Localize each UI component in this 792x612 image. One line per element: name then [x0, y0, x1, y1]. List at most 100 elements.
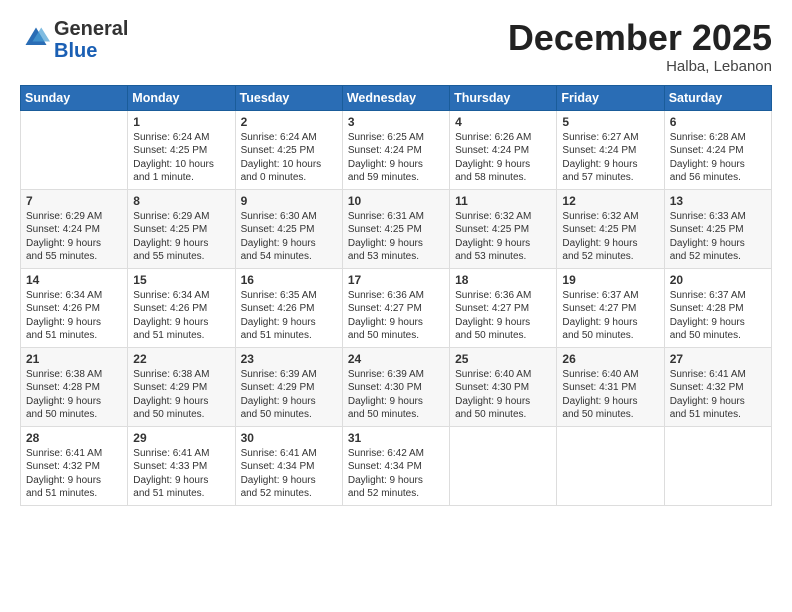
day-number: 9 — [241, 194, 337, 208]
calendar-week-5: 28 Sunrise: 6:41 AM Sunset: 4:32 PM Dayli… — [21, 426, 772, 505]
calendar-cell: 13 Sunrise: 6:33 AM Sunset: 4:25 PM Dayli… — [664, 189, 771, 268]
day-info: Sunrise: 6:40 AM Sunset: 4:31 PM Dayligh… — [562, 368, 658, 422]
col-tuesday: Tuesday — [235, 85, 342, 110]
calendar-cell: 9 Sunrise: 6:30 AM Sunset: 4:25 PM Daylig… — [235, 189, 342, 268]
day-info: Sunrise: 6:29 AM Sunset: 4:25 PM Dayligh… — [133, 210, 229, 264]
calendar-table: Sunday Monday Tuesday Wednesday Thursday… — [20, 85, 772, 506]
day-info: Sunrise: 6:40 AM Sunset: 4:30 PM Dayligh… — [455, 368, 551, 422]
calendar-header-row: Sunday Monday Tuesday Wednesday Thursday… — [21, 85, 772, 110]
logo-icon — [22, 24, 50, 52]
day-info: Sunrise: 6:28 AM Sunset: 4:24 PM Dayligh… — [670, 131, 766, 185]
day-info: Sunrise: 6:31 AM Sunset: 4:25 PM Dayligh… — [348, 210, 444, 264]
calendar-cell — [664, 426, 771, 505]
day-info: Sunrise: 6:37 AM Sunset: 4:27 PM Dayligh… — [562, 289, 658, 343]
day-number: 1 — [133, 115, 229, 129]
day-number: 29 — [133, 431, 229, 445]
col-friday: Friday — [557, 85, 664, 110]
col-monday: Monday — [128, 85, 235, 110]
day-number: 12 — [562, 194, 658, 208]
day-info: Sunrise: 6:33 AM Sunset: 4:25 PM Dayligh… — [670, 210, 766, 264]
calendar-cell: 8Sunrise: 6:29 AM Sunset: 4:25 PM Daylig… — [128, 189, 235, 268]
header: General Blue December 2025 Halba, Lebano… — [20, 18, 772, 75]
page: General Blue December 2025 Halba, Lebano… — [0, 0, 792, 612]
calendar-cell: 3Sunrise: 6:25 AM Sunset: 4:24 PM Daylig… — [342, 110, 449, 189]
day-info: Sunrise: 6:24 AM Sunset: 4:25 PM Dayligh… — [133, 131, 229, 185]
calendar-cell: 31Sunrise: 6:42 AM Sunset: 4:34 PM Dayli… — [342, 426, 449, 505]
day-number: 20 — [670, 273, 766, 287]
calendar-cell: 20 Sunrise: 6:37 AM Sunset: 4:28 PM Dayli… — [664, 268, 771, 347]
day-number: 14 — [26, 273, 122, 287]
title-block: December 2025 Halba, Lebanon — [508, 18, 772, 75]
day-number: 30 — [241, 431, 337, 445]
day-info: Sunrise: 6:34 AM Sunset: 4:26 PM Dayligh… — [26, 289, 122, 343]
calendar-week-3: 14 Sunrise: 6:34 AM Sunset: 4:26 PM Dayli… — [21, 268, 772, 347]
day-info: Sunrise: 6:35 AM Sunset: 4:26 PM Dayligh… — [241, 289, 337, 343]
calendar-cell: 16 Sunrise: 6:35 AM Sunset: 4:26 PM Dayli… — [235, 268, 342, 347]
calendar-cell — [557, 426, 664, 505]
location-subtitle: Halba, Lebanon — [508, 58, 772, 75]
day-info: Sunrise: 6:27 AM Sunset: 4:24 PM Dayligh… — [562, 131, 658, 185]
day-number: 16 — [241, 273, 337, 287]
calendar-cell — [450, 426, 557, 505]
day-number: 21 — [26, 352, 122, 366]
day-number: 23 — [241, 352, 337, 366]
day-info: Sunrise: 6:39 AM Sunset: 4:30 PM Dayligh… — [348, 368, 444, 422]
calendar-cell: 11 Sunrise: 6:32 AM Sunset: 4:25 PM Dayli… — [450, 189, 557, 268]
calendar-cell: 19 Sunrise: 6:37 AM Sunset: 4:27 PM Dayli… — [557, 268, 664, 347]
day-number: 4 — [455, 115, 551, 129]
day-info: Sunrise: 6:26 AM Sunset: 4:24 PM Dayligh… — [455, 131, 551, 185]
day-number: 18 — [455, 273, 551, 287]
day-number: 7 — [26, 194, 122, 208]
day-info: Sunrise: 6:36 AM Sunset: 4:27 PM Dayligh… — [455, 289, 551, 343]
calendar-cell: 5 Sunrise: 6:27 AM Sunset: 4:24 PM Daylig… — [557, 110, 664, 189]
calendar-week-1: 1 Sunrise: 6:24 AM Sunset: 4:25 PM Daylig… — [21, 110, 772, 189]
day-info: Sunrise: 6:41 AM Sunset: 4:34 PM Dayligh… — [241, 447, 337, 501]
calendar-cell: 28 Sunrise: 6:41 AM Sunset: 4:32 PM Dayli… — [21, 426, 128, 505]
calendar-cell: 27 Sunrise: 6:41 AM Sunset: 4:32 PM Dayli… — [664, 347, 771, 426]
calendar-cell: 30 Sunrise: 6:41 AM Sunset: 4:34 PM Dayli… — [235, 426, 342, 505]
col-sunday: Sunday — [21, 85, 128, 110]
day-info: Sunrise: 6:41 AM Sunset: 4:32 PM Dayligh… — [26, 447, 122, 501]
logo-blue-text: Blue — [54, 40, 97, 62]
month-title: December 2025 — [508, 18, 772, 58]
calendar-week-4: 21Sunrise: 6:38 AM Sunset: 4:28 PM Dayli… — [21, 347, 772, 426]
day-info: Sunrise: 6:41 AM Sunset: 4:32 PM Dayligh… — [670, 368, 766, 422]
day-number: 15 — [133, 273, 229, 287]
calendar-cell: 22 Sunrise: 6:38 AM Sunset: 4:29 PM Dayli… — [128, 347, 235, 426]
calendar-cell: 4 Sunrise: 6:26 AM Sunset: 4:24 PM Daylig… — [450, 110, 557, 189]
day-number: 24 — [348, 352, 444, 366]
day-number: 11 — [455, 194, 551, 208]
day-number: 19 — [562, 273, 658, 287]
day-number: 22 — [133, 352, 229, 366]
day-number: 27 — [670, 352, 766, 366]
calendar-cell: 7Sunrise: 6:29 AM Sunset: 4:24 PM Daylig… — [21, 189, 128, 268]
day-number: 31 — [348, 431, 444, 445]
calendar-cell: 6Sunrise: 6:28 AM Sunset: 4:24 PM Daylig… — [664, 110, 771, 189]
day-number: 17 — [348, 273, 444, 287]
day-number: 13 — [670, 194, 766, 208]
day-number: 25 — [455, 352, 551, 366]
day-number: 28 — [26, 431, 122, 445]
day-info: Sunrise: 6:41 AM Sunset: 4:33 PM Dayligh… — [133, 447, 229, 501]
calendar-cell: 17Sunrise: 6:36 AM Sunset: 4:27 PM Dayli… — [342, 268, 449, 347]
day-info: Sunrise: 6:24 AM Sunset: 4:25 PM Dayligh… — [241, 131, 337, 185]
calendar-cell: 1 Sunrise: 6:24 AM Sunset: 4:25 PM Daylig… — [128, 110, 235, 189]
col-thursday: Thursday — [450, 85, 557, 110]
day-info: Sunrise: 6:34 AM Sunset: 4:26 PM Dayligh… — [133, 289, 229, 343]
day-number: 5 — [562, 115, 658, 129]
day-info: Sunrise: 6:30 AM Sunset: 4:25 PM Dayligh… — [241, 210, 337, 264]
calendar-cell: 29 Sunrise: 6:41 AM Sunset: 4:33 PM Dayli… — [128, 426, 235, 505]
day-number: 26 — [562, 352, 658, 366]
day-info: Sunrise: 6:39 AM Sunset: 4:29 PM Dayligh… — [241, 368, 337, 422]
day-info: Sunrise: 6:38 AM Sunset: 4:29 PM Dayligh… — [133, 368, 229, 422]
day-info: Sunrise: 6:32 AM Sunset: 4:25 PM Dayligh… — [455, 210, 551, 264]
calendar-cell: 23 Sunrise: 6:39 AM Sunset: 4:29 PM Dayli… — [235, 347, 342, 426]
calendar-cell: 12 Sunrise: 6:32 AM Sunset: 4:25 PM Dayli… — [557, 189, 664, 268]
day-info: Sunrise: 6:32 AM Sunset: 4:25 PM Dayligh… — [562, 210, 658, 264]
calendar-cell — [21, 110, 128, 189]
day-info: Sunrise: 6:37 AM Sunset: 4:28 PM Dayligh… — [670, 289, 766, 343]
logo: General Blue — [20, 18, 128, 62]
calendar-cell: 25 Sunrise: 6:40 AM Sunset: 4:30 PM Dayli… — [450, 347, 557, 426]
col-wednesday: Wednesday — [342, 85, 449, 110]
calendar-cell: 24 Sunrise: 6:39 AM Sunset: 4:30 PM Dayli… — [342, 347, 449, 426]
